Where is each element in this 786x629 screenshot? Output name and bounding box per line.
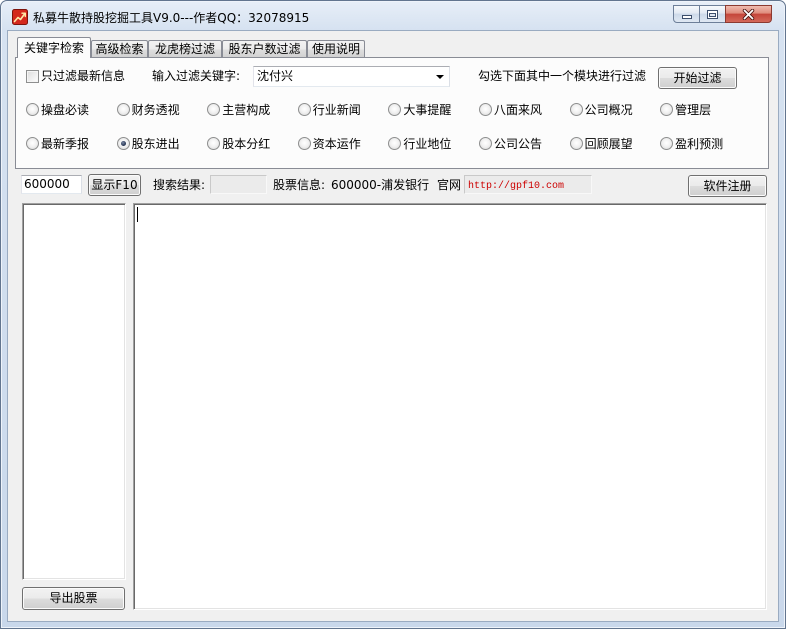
tab-panel-keyword-search: 只过滤最新信息 输入过滤关键字: 沈付兴 勾选下面其中一个模块进行过滤 开始过滤… [15, 57, 769, 169]
tab-instructions[interactable]: 使用说明 [307, 40, 365, 58]
radio-label[interactable]: 最新季报 [41, 136, 89, 152]
stock-info-value: 600000-浦发银行 [331, 178, 430, 192]
website-label: 官网 [437, 178, 462, 192]
radio-button[interactable] [207, 103, 221, 116]
radio-label[interactable]: 盈利预测 [675, 136, 723, 152]
radio-capital-operations[interactable]: 资本运作 [297, 136, 389, 152]
chevron-down-icon[interactable] [436, 75, 444, 79]
radio-button[interactable] [26, 103, 39, 116]
window-title: 私募牛散持股挖掘工具V9.0---作者QQ：32078915 [33, 11, 310, 25]
export-stocks-button[interactable]: 导出股票 [22, 587, 125, 610]
keyword-combobox[interactable]: 沈付兴 [253, 66, 450, 87]
radio-latest-quarterly[interactable]: 最新季报 [26, 136, 117, 152]
tab-dragon-tiger-filter[interactable]: 龙虎榜过滤 [148, 40, 222, 58]
radio-financial-analysis[interactable]: 财务透视 [116, 102, 208, 118]
only-latest-checkbox[interactable] [26, 70, 39, 83]
module-radio-group: 操盘必读 财务透视 主营构成 行业新闻 大事提醒 八面来风 公司概况 管理层 最… [26, 102, 751, 152]
stock-toolbar: 600000 显示F10 搜索结果: 股票信息: 600000-浦发银行 官网 … [8, 171, 778, 201]
radio-label[interactable]: 资本运作 [313, 136, 361, 152]
module-hint: 勾选下面其中一个模块进行过滤 [478, 69, 647, 83]
register-button[interactable]: 软件注册 [688, 175, 767, 197]
app-window: 私募牛散持股挖掘工具V9.0---作者QQ：32078915 关键字检索 高级检… [0, 0, 786, 629]
radio-company-announcements[interactable]: 公司公告 [478, 136, 570, 152]
radio-label[interactable]: 公司公告 [494, 136, 542, 152]
radio-industry-news[interactable]: 行业新闻 [297, 102, 389, 118]
radio-review-outlook[interactable]: 回顾展望 [569, 136, 661, 152]
tab-advanced-search[interactable]: 高级检索 [91, 40, 148, 58]
radio-button[interactable] [207, 137, 221, 150]
radio-earnings-forecast[interactable]: 盈利预测 [660, 136, 751, 152]
radio-trading-must-read[interactable]: 操盘必读 [26, 102, 117, 118]
radio-button[interactable] [478, 137, 492, 150]
tab-keyword-search[interactable]: 关键字检索 [17, 37, 91, 58]
radio-button[interactable] [297, 103, 311, 116]
radio-capital-dividends[interactable]: 股本分红 [207, 136, 298, 152]
radio-button[interactable] [116, 103, 130, 116]
website-link[interactable]: http://gpf10.com [468, 181, 564, 192]
radio-button[interactable] [388, 137, 402, 150]
radio-label[interactable]: 回顾展望 [585, 136, 633, 152]
radio-label[interactable]: 操盘必读 [41, 102, 89, 118]
radio-label[interactable]: 行业地位 [403, 136, 451, 152]
close-icon [742, 8, 755, 20]
minimize-button[interactable] [673, 5, 700, 23]
keyword-value[interactable]: 沈付兴 [257, 68, 293, 85]
radio-market-news[interactable]: 八面来风 [478, 102, 570, 118]
radio-button[interactable] [569, 103, 583, 116]
radio-button[interactable] [26, 137, 39, 150]
maximize-button[interactable] [699, 5, 726, 23]
radio-label[interactable]: 八面来风 [494, 102, 542, 118]
minimize-icon [681, 9, 692, 19]
text-caret [137, 207, 138, 222]
radio-management[interactable]: 管理层 [660, 102, 751, 118]
radio-button[interactable] [297, 137, 311, 150]
radio-label[interactable]: 管理层 [675, 102, 711, 118]
radio-shareholder-changes[interactable]: 股东进出 [116, 136, 208, 152]
only-latest-label[interactable]: 只过滤最新信息 [41, 68, 125, 84]
close-button[interactable] [725, 5, 772, 23]
stock-chart-app-icon[interactable] [12, 9, 28, 25]
radio-button[interactable] [569, 137, 583, 150]
radio-button[interactable] [116, 137, 130, 150]
search-result-field [210, 175, 267, 194]
search-result-label: 搜索结果: [153, 178, 206, 192]
radio-industry-position[interactable]: 行业地位 [388, 136, 479, 152]
website-field[interactable]: http://gpf10.com [464, 175, 592, 194]
radio-label[interactable]: 公司概况 [585, 102, 633, 118]
show-f10-button[interactable]: 显示F10 [88, 174, 141, 196]
radio-button[interactable] [478, 103, 492, 116]
stock-result-list[interactable] [22, 203, 126, 580]
stock-info-label: 股票信息: [273, 178, 326, 192]
radio-company-profile[interactable]: 公司概况 [569, 102, 661, 118]
radio-label[interactable]: 行业新闻 [313, 102, 361, 118]
radio-label[interactable]: 财务透视 [132, 102, 180, 118]
radio-label[interactable]: 主营构成 [222, 102, 270, 118]
radio-button[interactable] [660, 137, 674, 150]
radio-major-events[interactable]: 大事提醒 [388, 102, 479, 118]
maximize-icon [707, 9, 718, 19]
radio-label[interactable]: 股本分红 [222, 136, 270, 152]
stock-code-input[interactable]: 600000 [21, 175, 82, 194]
radio-label[interactable]: 大事提醒 [403, 102, 451, 118]
radio-main-business[interactable]: 主营构成 [207, 102, 298, 118]
radio-button[interactable] [660, 103, 674, 116]
tab-shareholder-count-filter[interactable]: 股东户数过滤 [222, 40, 307, 58]
title-bar[interactable]: 私募牛散持股挖掘工具V9.0---作者QQ：32078915 [0, 0, 786, 30]
keyword-label: 输入过滤关键字: [152, 69, 241, 83]
radio-label[interactable]: 股东进出 [132, 136, 180, 152]
radio-button[interactable] [388, 103, 402, 116]
result-text-area[interactable] [133, 203, 767, 610]
start-filter-button[interactable]: 开始过滤 [658, 67, 737, 89]
client-area: 关键字检索 高级检索 龙虎榜过滤 股东户数过滤 使用说明 只过滤最新信息 输入过… [8, 31, 778, 621]
